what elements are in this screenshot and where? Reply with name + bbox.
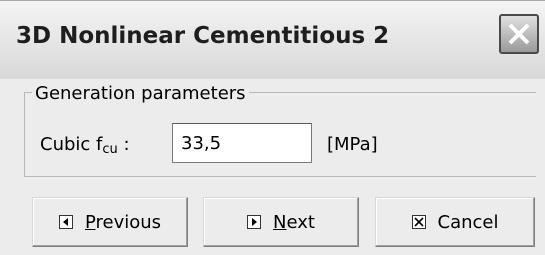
label-colon: : (117, 134, 130, 155)
title-bar[interactable]: 3D Nonlinear Cementitious 2 (0, 1, 545, 79)
cubic-fcu-input[interactable] (172, 123, 312, 163)
label-subscript: cu (102, 142, 118, 157)
group-legend: Generation parameters (32, 83, 249, 104)
next-button[interactable]: Next (203, 197, 359, 247)
cancel-label: Cancel (437, 211, 499, 233)
close-box-icon (411, 215, 426, 229)
label-main: Cubic f (40, 134, 103, 155)
cancel-button[interactable]: Cancel (375, 197, 535, 247)
unit-label: [MPa] (327, 134, 378, 155)
arrow-right-icon (247, 215, 262, 229)
arrow-left-icon (58, 215, 73, 229)
cubic-fcu-label: Cubic fcu : (40, 134, 130, 157)
window-title: 3D Nonlinear Cementitious 2 (16, 23, 390, 49)
close-icon (508, 23, 530, 45)
previous-label: Previous (84, 211, 162, 233)
next-label: Next (273, 211, 315, 233)
close-button[interactable] (499, 14, 539, 54)
previous-button[interactable]: Previous (32, 197, 188, 247)
dialog-window: 3D Nonlinear Cementitious 2 Generation p… (0, 0, 545, 255)
